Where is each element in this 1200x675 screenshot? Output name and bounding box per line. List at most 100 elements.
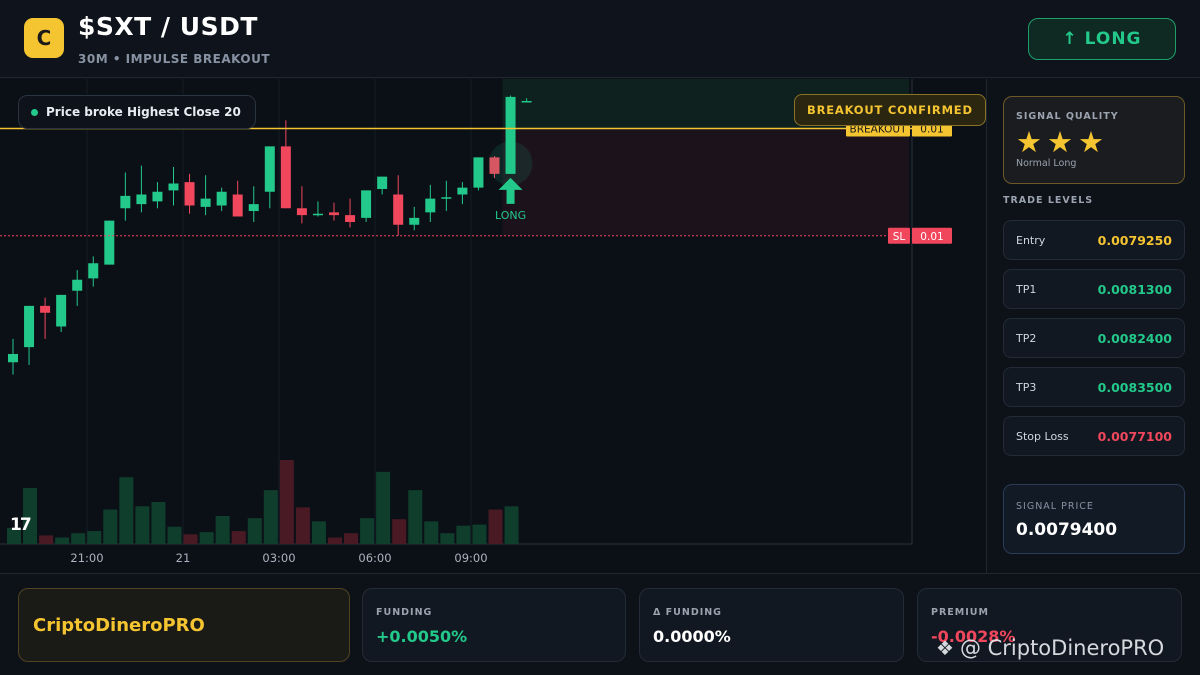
candle-body bbox=[521, 101, 532, 103]
pair-title: $SXT / USDT bbox=[78, 12, 258, 41]
candle-body bbox=[361, 190, 372, 218]
time-tick-label: 06:00 bbox=[358, 551, 391, 565]
volume-bar bbox=[103, 509, 118, 544]
funding-value: +0.0050% bbox=[376, 627, 468, 646]
candle-body bbox=[248, 204, 259, 211]
volume-bar bbox=[87, 531, 102, 544]
candle-body bbox=[104, 220, 115, 265]
volume-bar bbox=[472, 524, 487, 544]
app-logo: C bbox=[24, 18, 64, 58]
signal-quality-sub: Normal Long bbox=[1016, 158, 1077, 169]
level-value: 0.0077100 bbox=[1097, 429, 1172, 444]
signal-price-card: SIGNAL PRICE 0.0079400 bbox=[1003, 484, 1185, 554]
candle-body bbox=[264, 146, 275, 192]
time-tick-label: 03:00 bbox=[262, 551, 295, 565]
time-tick-label: 09:00 bbox=[454, 551, 487, 565]
level-name: Entry bbox=[1016, 234, 1046, 247]
delta-funding-label: Δ FUNDING bbox=[653, 607, 722, 618]
level-value: 0.0079250 bbox=[1097, 233, 1172, 248]
candle-body bbox=[40, 305, 51, 313]
level-stop-loss: Stop Loss 0.0077100 bbox=[1003, 416, 1185, 456]
watermark-text: @ CriptoDineroPRO bbox=[959, 636, 1165, 660]
level-value: 0.0081300 bbox=[1097, 282, 1172, 297]
level-name: Stop Loss bbox=[1016, 430, 1069, 443]
time-tick-label: 21 bbox=[176, 551, 191, 565]
volume-bar bbox=[424, 521, 439, 544]
volume-bar bbox=[311, 521, 326, 544]
status-dot-icon bbox=[31, 108, 38, 116]
chart-canvas[interactable]: 21:002103:0006:0009:00 LONG0.010.01BREAK… bbox=[0, 79, 986, 573]
candle-body bbox=[329, 212, 339, 216]
premium-label: PREMIUM bbox=[931, 607, 989, 618]
candle-body bbox=[56, 294, 67, 327]
volume-bar bbox=[215, 516, 230, 544]
candle-body bbox=[425, 198, 436, 213]
timeframe-subtitle: 30M • IMPULSE BREAKOUT bbox=[78, 52, 271, 66]
signal-price-value: 0.0079400 bbox=[1016, 520, 1118, 540]
level-value: 0.0083500 bbox=[1097, 380, 1172, 395]
candle-body bbox=[457, 187, 468, 195]
candle-body bbox=[296, 208, 307, 216]
volume-bar bbox=[199, 532, 214, 544]
watermark: ❖ @ CriptoDineroPRO bbox=[936, 636, 1164, 660]
candle-body bbox=[216, 191, 227, 206]
tradingview-logo-icon: 17 bbox=[10, 515, 32, 535]
risk-zone bbox=[502, 128, 909, 236]
breakout-condition-pill: Price broke Highest Close 20 bbox=[18, 95, 256, 129]
stop-loss-value: 0.01 bbox=[920, 231, 943, 243]
level-tp2: TP2 0.0082400 bbox=[1003, 318, 1185, 358]
candle-body bbox=[441, 197, 452, 199]
funding-card: FUNDING +0.0050% bbox=[362, 588, 626, 662]
volume-bar bbox=[167, 526, 182, 544]
candle-body bbox=[72, 279, 83, 291]
signal-quality-label: SIGNAL QUALITY bbox=[1016, 111, 1119, 122]
volume-bar bbox=[504, 506, 519, 544]
candle-body bbox=[280, 146, 291, 209]
signal-quality-card: SIGNAL QUALITY ★★★ Normal Long bbox=[1003, 96, 1185, 184]
candle-body bbox=[88, 263, 99, 279]
volume-bar bbox=[135, 506, 150, 544]
volume-bar bbox=[263, 490, 278, 544]
volume-bar bbox=[344, 533, 359, 544]
candle-body bbox=[24, 305, 35, 348]
volume-bar bbox=[231, 531, 246, 544]
brand-name: CriptoDineroPRO bbox=[33, 615, 205, 636]
volume-bar bbox=[392, 519, 407, 544]
header: C $SXT / USDT 30M • IMPULSE BREAKOUT ↑ L… bbox=[0, 0, 1200, 78]
signal-price-label: SIGNAL PRICE bbox=[1016, 501, 1094, 512]
signal-sidebar: SIGNAL QUALITY ★★★ Normal Long TRADE LEV… bbox=[986, 79, 1200, 573]
candle-body bbox=[409, 217, 420, 225]
level-name: TP3 bbox=[1016, 381, 1037, 394]
level-value: 0.0082400 bbox=[1097, 331, 1172, 346]
volume-bar bbox=[183, 534, 198, 544]
volume-bar bbox=[71, 533, 86, 544]
volume-bar bbox=[39, 535, 54, 544]
candle-body bbox=[232, 194, 243, 217]
candle-body bbox=[152, 191, 163, 202]
volume-bar bbox=[151, 502, 166, 544]
brand-card: CriptoDineroPRO bbox=[18, 588, 350, 662]
volume-bar bbox=[376, 471, 391, 544]
candle-body bbox=[184, 182, 195, 206]
level-name: TP2 bbox=[1016, 332, 1037, 345]
volume-bar bbox=[55, 537, 70, 544]
trade-levels-title: TRADE LEVELS bbox=[1003, 195, 1094, 206]
long-button[interactable]: ↑ LONG bbox=[1028, 18, 1176, 60]
level-tp3: TP3 0.0083500 bbox=[1003, 367, 1185, 407]
candle-body bbox=[377, 176, 388, 189]
stop-loss-label: SL bbox=[893, 231, 906, 243]
candle-body bbox=[345, 215, 356, 222]
candle-body bbox=[200, 198, 211, 207]
candle-body bbox=[8, 354, 18, 363]
volume-bar bbox=[295, 507, 310, 544]
volume-bar bbox=[279, 460, 294, 544]
time-tick-label: 21:00 bbox=[70, 551, 103, 565]
candle-body bbox=[312, 213, 323, 216]
binance-icon: ❖ bbox=[936, 636, 954, 660]
level-entry: Entry 0.0079250 bbox=[1003, 220, 1185, 260]
delta-funding-value: 0.0000% bbox=[653, 627, 731, 646]
candle-body bbox=[120, 195, 131, 209]
price-chart[interactable]: 21:002103:0006:0009:00 LONG0.010.01BREAK… bbox=[0, 79, 986, 573]
pill-text: Price broke Highest Close 20 bbox=[46, 105, 241, 119]
volume-bar bbox=[247, 518, 262, 544]
